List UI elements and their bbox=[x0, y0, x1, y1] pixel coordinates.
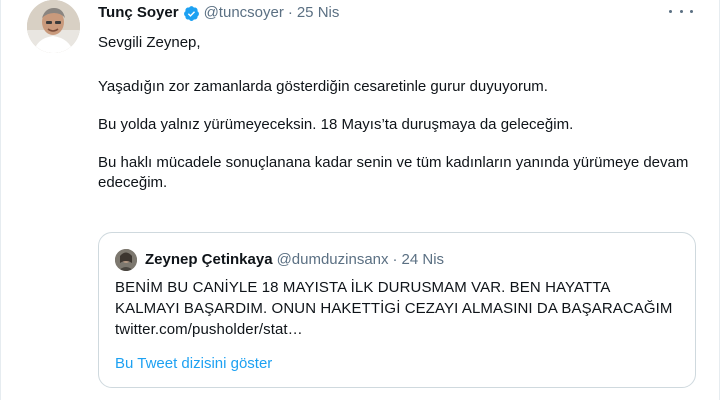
quoted-tweet[interactable]: Zeynep Çetinkaya @dumduzinsanx · 24 Nis … bbox=[98, 232, 696, 388]
show-thread-link[interactable]: Bu Tweet dizisini göster bbox=[115, 355, 272, 373]
more-dot-icon bbox=[690, 9, 693, 13]
tweet-paragraph: Bu haklı mücadele sonuçlanana kadar seni… bbox=[98, 154, 689, 191]
separator-dot: · bbox=[287, 4, 293, 21]
tweet-paragraph: Yaşadığın zor zamanlarda gösterdiğin ces… bbox=[98, 78, 548, 95]
quoted-author-name: Zeynep Çetinkaya bbox=[145, 251, 273, 268]
quoted-tweet-text: BENİM BU CANİYLE 18 MAYISTA İLK DURUSMAM… bbox=[115, 279, 673, 338]
user-avatar-photo-icon bbox=[27, 0, 80, 53]
quoted-avatar-photo-icon bbox=[115, 249, 137, 271]
separator-dot: · bbox=[392, 251, 398, 268]
more-dot-icon bbox=[669, 9, 672, 13]
quoted-author-handle: @dumduzinsanx bbox=[276, 251, 389, 268]
tweet-paragraph: Bu yolda yalnız yürümeyeceksin. 18 Mayıs… bbox=[98, 116, 574, 133]
tweet-card[interactable]: Tunç Soyer @tuncsoyer · 25 Nis Sevgili Z… bbox=[0, 0, 720, 400]
tweet-date[interactable]: 25 Nis bbox=[297, 4, 340, 22]
author-name[interactable]: Tunç Soyer bbox=[98, 4, 179, 22]
tweet-paragraph: Sevgili Zeynep, bbox=[98, 34, 201, 51]
quoted-tweet-date: 24 Nis bbox=[401, 251, 445, 268]
more-dot-icon bbox=[679, 9, 683, 13]
tweet-text: Sevgili Zeynep, Yaşadığın zor zamanlarda… bbox=[98, 33, 698, 211]
more-options-button[interactable] bbox=[669, 2, 693, 20]
author-avatar[interactable] bbox=[27, 0, 80, 53]
verified-badge-icon bbox=[183, 5, 200, 22]
author-handle[interactable]: @tuncsoyer bbox=[204, 4, 284, 22]
quoted-tweet-header: Zeynep Çetinkaya @dumduzinsanx · 24 Nis bbox=[115, 249, 444, 271]
quoted-author-avatar[interactable] bbox=[115, 249, 137, 271]
tweet-header: Tunç Soyer @tuncsoyer · 25 Nis bbox=[98, 4, 339, 22]
